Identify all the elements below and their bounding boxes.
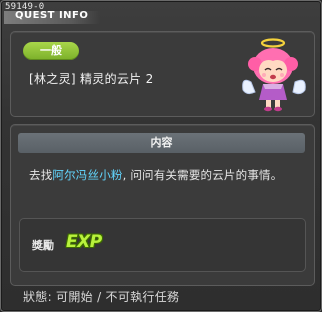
quest-description: 去找阿尔冯丝小粉, 问问有关需要的云片的事情。 — [29, 167, 282, 183]
quest-name: [林之灵] 精灵的云片 2 — [29, 72, 154, 86]
reward-panel: 獎勵 EXP — [19, 218, 306, 272]
quest-header-panel: 一般 [林之灵] 精灵的云片 2 — [10, 31, 315, 117]
quest-content-panel: 内容 去找阿尔冯丝小粉, 问问有关需要的云片的事情。 獎勵 EXP — [10, 124, 315, 286]
angel-girl-npc-icon — [242, 38, 306, 112]
window-title: QUEST INFO — [15, 10, 89, 21]
description-prefix: 去找 — [29, 168, 53, 182]
quest-category-badge: 一般 — [23, 42, 79, 60]
reward-label: 獎勵 — [32, 239, 54, 252]
content-section-header: 内容 — [18, 133, 305, 153]
quest-info-window: 59149-0 QUEST INFO 一般 [林之灵] 精灵的云片 2 内容 去… — [0, 0, 322, 312]
description-suffix: , 问问有关需要的云片的事情。 — [122, 168, 283, 182]
exp-reward-icon: EXP — [66, 232, 102, 252]
npc-name-link[interactable]: 阿尔冯丝小粉 — [52, 168, 122, 182]
quest-status: 狀態: 可開始 / 不可執行任務 — [23, 290, 180, 304]
